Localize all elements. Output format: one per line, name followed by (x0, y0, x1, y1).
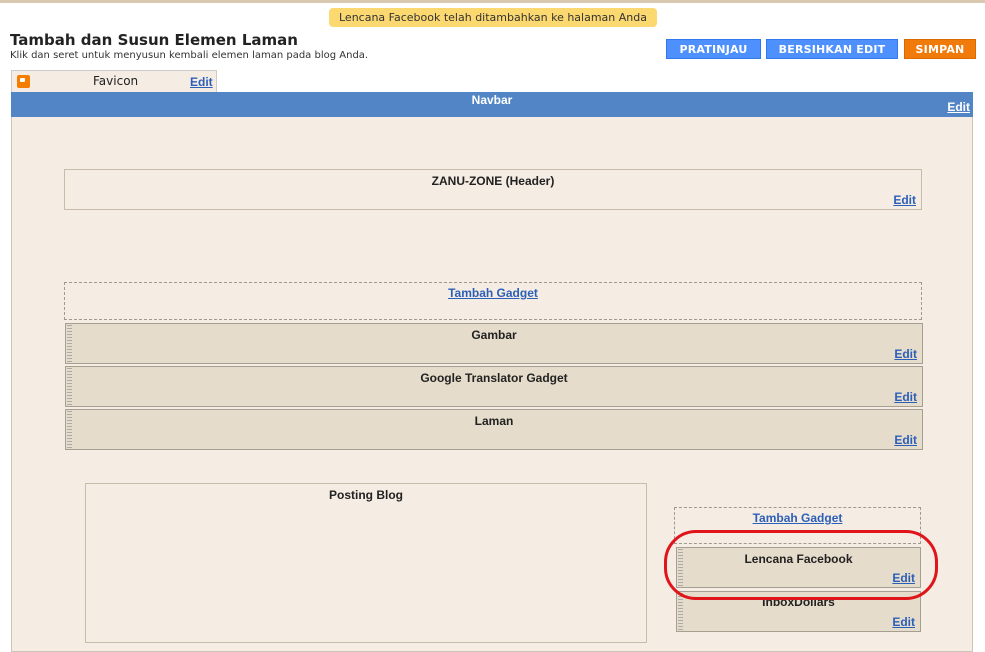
gadget-edit-link[interactable]: Edit (894, 433, 917, 447)
header-edit-link[interactable]: Edit (893, 193, 916, 207)
gadget-title: InboxDollars (762, 595, 835, 609)
blog-posts-title: Posting Blog (329, 488, 403, 502)
gadget-laman[interactable]: Laman Edit (65, 409, 923, 450)
add-gadget-top-link[interactable]: Tambah Gadget (65, 286, 921, 300)
navbar-widget: Navbar Edit (11, 92, 973, 117)
gadget-edit-link[interactable]: Edit (894, 390, 917, 404)
blogger-icon (17, 75, 30, 88)
gadget-inboxdollars[interactable]: InboxDollars Edit (676, 591, 921, 632)
gadget-edit-link[interactable]: Edit (894, 347, 917, 361)
gadget-title: Google Translator Gadget (420, 371, 568, 385)
add-gadget-top: Tambah Gadget (64, 282, 922, 320)
blog-posts-widget[interactable]: Posting Blog (85, 483, 647, 643)
add-gadget-sidebar: Tambah Gadget (674, 507, 921, 544)
save-button[interactable]: SIMPAN (904, 39, 976, 59)
page-title: Tambah dan Susun Elemen Laman (10, 31, 298, 49)
gadget-edit-link[interactable]: Edit (892, 615, 915, 629)
favicon-label: Favicon (93, 74, 139, 88)
page-subtitle: Klik dan seret untuk menyusun kembali el… (10, 50, 369, 61)
gadget-title: Lencana Facebook (744, 552, 853, 566)
favicon-edit-link[interactable]: Edit (190, 75, 213, 89)
preview-button[interactable]: PRATINJAU (666, 39, 761, 59)
gadget-facebook-badge[interactable]: Lencana Facebook Edit (676, 547, 921, 588)
gadget-edit-link[interactable]: Edit (892, 571, 915, 585)
clear-edits-button[interactable]: BERSIHKAN EDIT (766, 39, 898, 59)
gadget-gambar[interactable]: Gambar Edit (65, 323, 923, 364)
navbar-label: Navbar (471, 93, 513, 107)
top-border (0, 0, 985, 3)
favicon-widget: Favicon Edit (11, 70, 217, 92)
header-widget[interactable]: ZANU-ZONE (Header) Edit (64, 169, 922, 210)
add-gadget-sidebar-link[interactable]: Tambah Gadget (675, 511, 920, 525)
gadget-title: Gambar (471, 328, 517, 342)
navbar-edit-link[interactable]: Edit (947, 100, 970, 114)
gadget-title: Laman (474, 414, 514, 428)
gadget-google-translator[interactable]: Google Translator Gadget Edit (65, 366, 923, 407)
notification-banner: Lencana Facebook telah ditambahkan ke ha… (329, 8, 657, 27)
header-widget-title: ZANU-ZONE (Header) (431, 174, 555, 188)
